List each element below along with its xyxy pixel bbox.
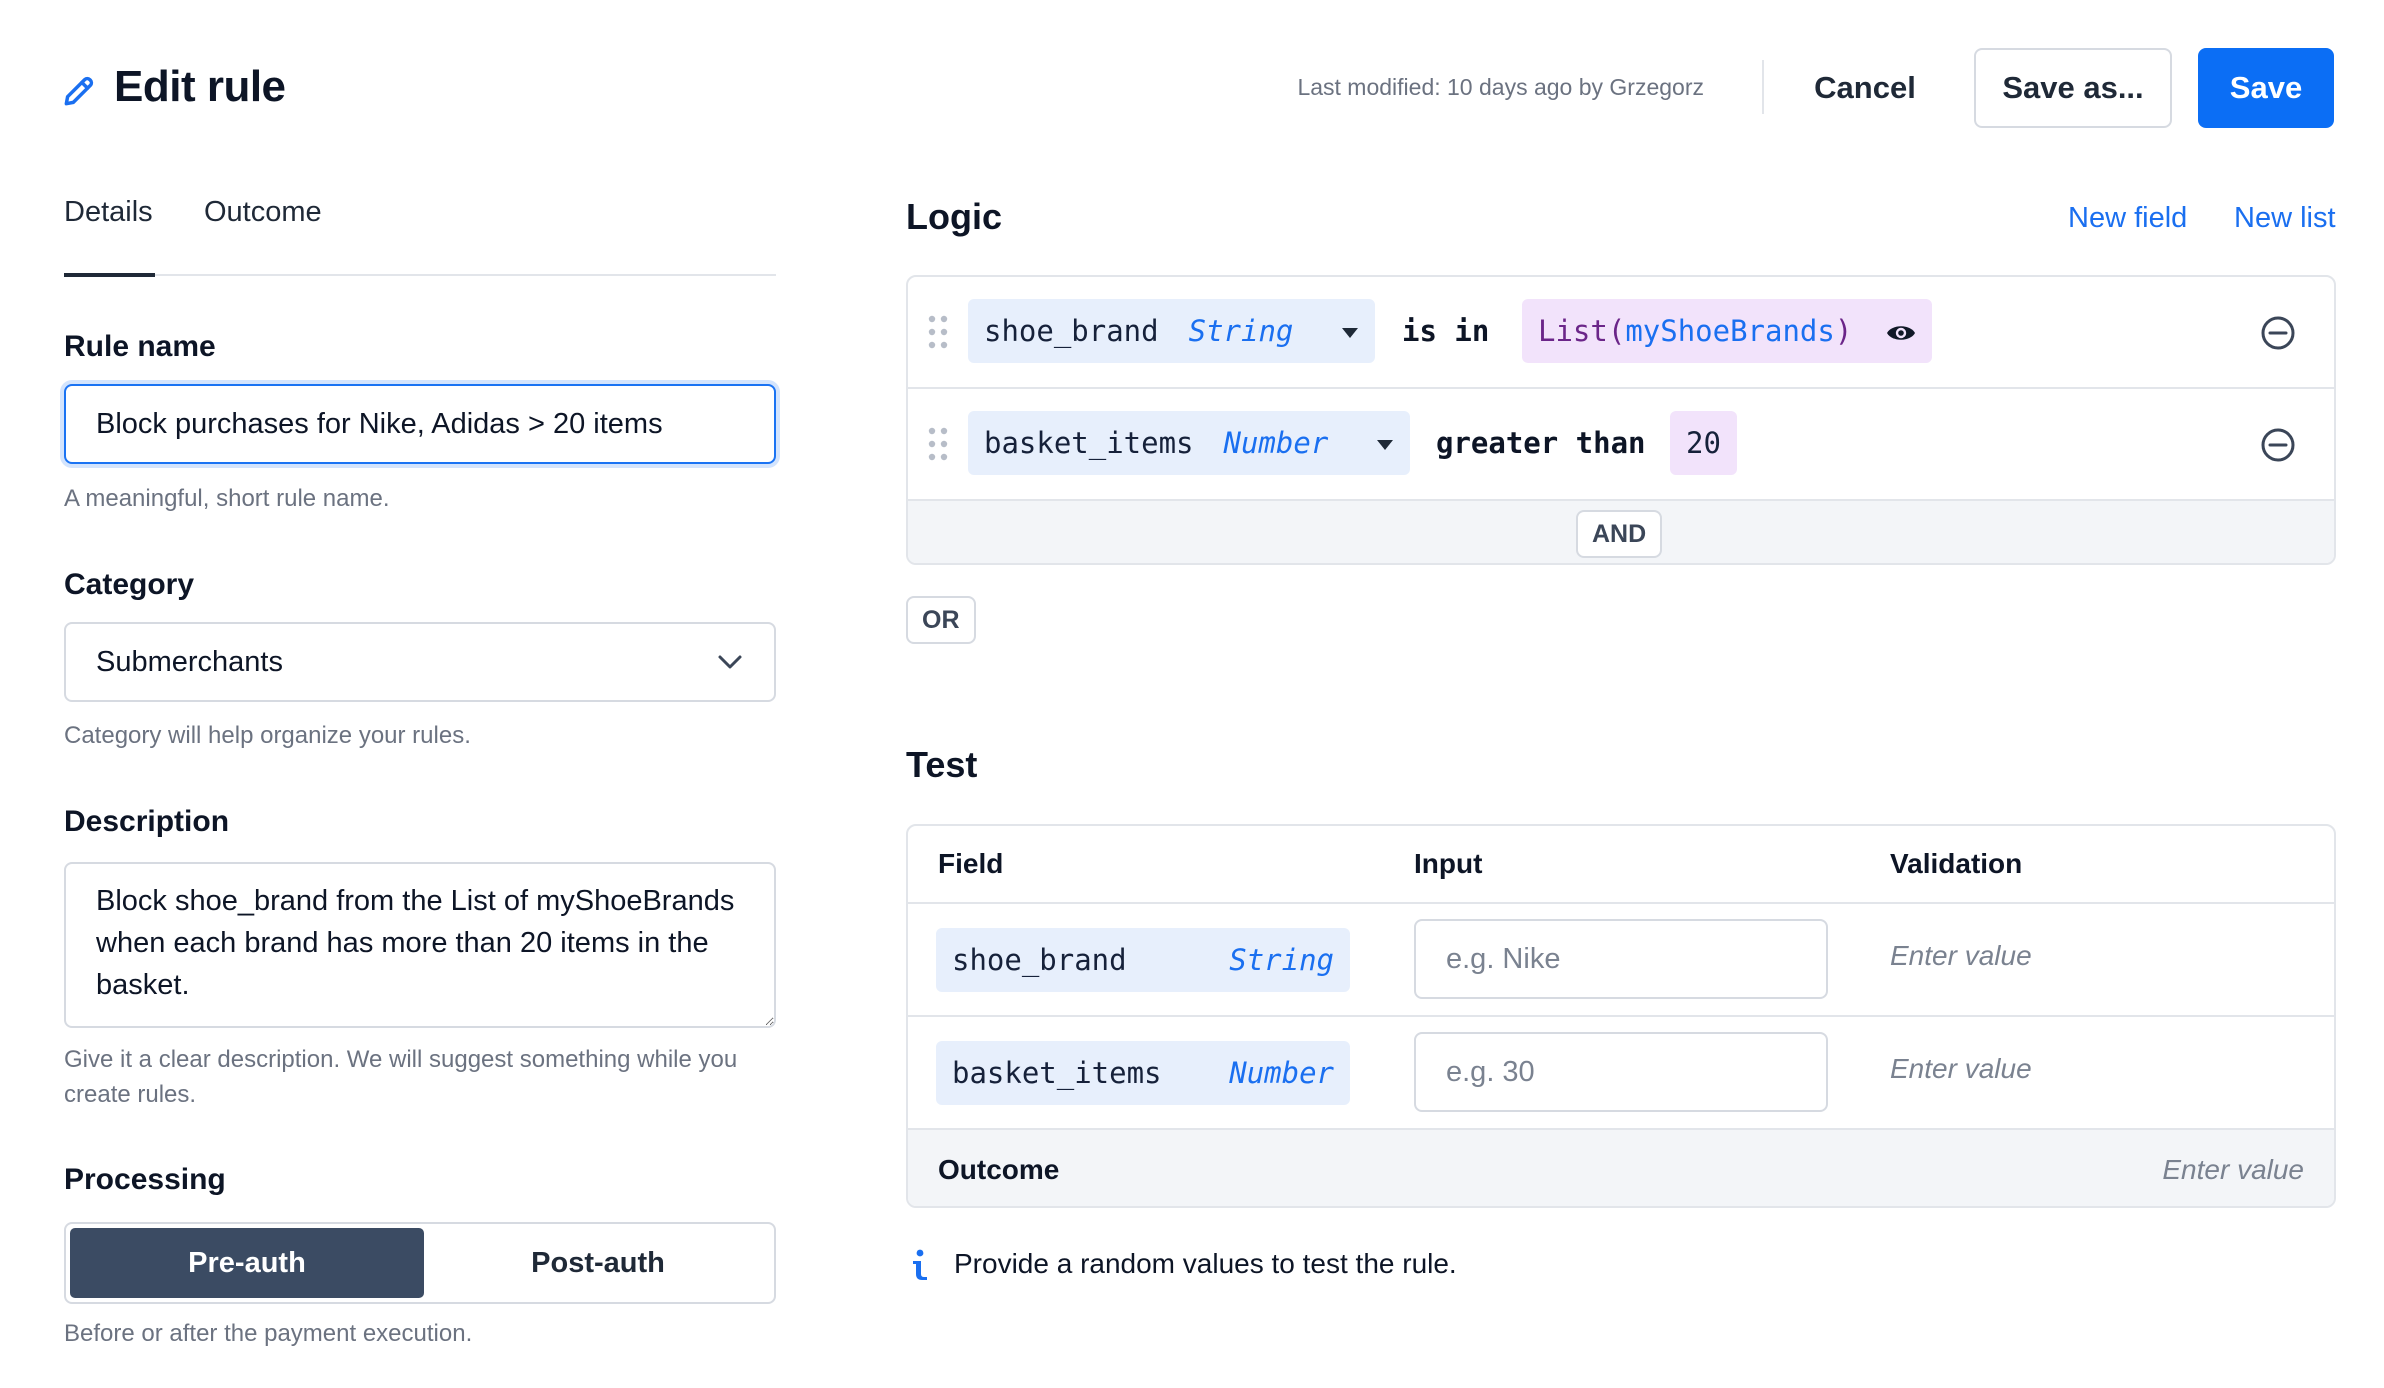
field-type: String bbox=[1188, 314, 1294, 348]
condition-operator[interactable]: is in bbox=[1402, 299, 1489, 363]
pencil-icon bbox=[64, 76, 94, 106]
rule-name-help: A meaningful, short rule name. bbox=[64, 485, 390, 512]
test-field-pill: basket_items Number bbox=[936, 1041, 1350, 1105]
save-button[interactable]: Save bbox=[2198, 48, 2334, 128]
field-name: basket_items bbox=[984, 426, 1194, 460]
condition-operator[interactable]: greater than bbox=[1436, 411, 1646, 475]
post-auth-option[interactable]: Post-auth bbox=[424, 1228, 772, 1298]
remove-circle-icon[interactable] bbox=[2260, 427, 2296, 463]
processing-toggle: Pre-auth Post-auth bbox=[64, 1222, 776, 1304]
test-title: Test bbox=[906, 744, 978, 785]
caret-down-icon bbox=[1341, 328, 1358, 338]
save-as-button[interactable]: Save as... bbox=[1974, 48, 2172, 128]
processing-label: Processing bbox=[64, 1163, 226, 1196]
category-label: Category bbox=[64, 568, 195, 601]
field-type: Number bbox=[1229, 1056, 1334, 1090]
outcome-label: Outcome bbox=[938, 1154, 1060, 1185]
test-table-header: Field Input Validation bbox=[908, 826, 2334, 904]
description-help: Give it a clear description. We will sug… bbox=[64, 1046, 738, 1108]
list-prefix: List( bbox=[1538, 314, 1626, 348]
condition-row: shoe_brand String is in List(myShoeBrands… bbox=[908, 277, 2334, 389]
condition-row: basket_items Number greater than 20 bbox=[908, 389, 2334, 501]
list-name: myShoeBrands bbox=[1625, 314, 1835, 348]
field-name: shoe_brand bbox=[984, 314, 1159, 348]
logic-title: Logic bbox=[906, 196, 1002, 237]
caret-down-icon bbox=[1376, 440, 1393, 450]
logic-group-footer: AND bbox=[908, 501, 2334, 563]
or-button[interactable]: OR bbox=[906, 596, 976, 644]
rule-name-label: Rule name bbox=[64, 330, 216, 363]
category-selected-value: Submerchants bbox=[96, 646, 283, 678]
column-header-validation: Validation bbox=[1890, 848, 2023, 879]
remove-circle-icon[interactable] bbox=[2260, 315, 2296, 351]
condition-field-select[interactable]: shoe_brand String bbox=[968, 299, 1375, 363]
description-textarea[interactable]: Block shoe_brand from the List of myShoe… bbox=[64, 862, 776, 1028]
new-list-link[interactable]: New list bbox=[2234, 202, 2336, 235]
header: Edit rule Last modified: 10 days ago by … bbox=[0, 0, 2384, 180]
category-select[interactable]: Submerchants bbox=[64, 622, 776, 702]
table-row: basket_items Number Enter value bbox=[908, 1017, 2334, 1130]
header-divider bbox=[1762, 60, 1764, 114]
validation-text: Enter value bbox=[1890, 1053, 2032, 1084]
active-tab-indicator bbox=[64, 273, 155, 277]
field-name: shoe_brand bbox=[952, 943, 1127, 977]
tab-outcome[interactable]: Outcome bbox=[204, 196, 322, 229]
page-title: Edit rule bbox=[114, 62, 286, 111]
description-label: Description bbox=[64, 805, 230, 838]
column-header-input: Input bbox=[1414, 848, 1483, 879]
drag-handle-icon[interactable] bbox=[928, 427, 948, 461]
condition-field-select[interactable]: basket_items Number bbox=[968, 411, 1410, 475]
and-button[interactable]: AND bbox=[1576, 510, 1663, 558]
test-input-basket-items[interactable] bbox=[1414, 1032, 1828, 1112]
table-row: shoe_brand String Enter value bbox=[908, 904, 2334, 1017]
eye-icon[interactable] bbox=[1886, 322, 1916, 344]
category-help: Category will help organize your rules. bbox=[64, 722, 471, 749]
field-type: String bbox=[1229, 943, 1334, 977]
outcome-value: Enter value bbox=[2162, 1154, 2304, 1185]
tab-bar: Details Outcome bbox=[64, 190, 776, 277]
field-name: basket_items bbox=[952, 1056, 1162, 1090]
condition-value-list[interactable]: List(myShoeBrands) bbox=[1522, 299, 1932, 363]
chevron-down-icon bbox=[718, 655, 742, 669]
drag-handle-icon[interactable] bbox=[928, 315, 948, 349]
new-field-link[interactable]: New field bbox=[2068, 202, 2187, 235]
condition-value[interactable]: 20 bbox=[1670, 411, 1737, 475]
list-suffix: ) bbox=[1834, 314, 1853, 348]
test-input-shoe-brand[interactable] bbox=[1414, 919, 1828, 999]
test-outcome-row: Outcome Enter value bbox=[908, 1130, 2334, 1206]
pre-auth-option[interactable]: Pre-auth bbox=[70, 1228, 424, 1298]
validation-text: Enter value bbox=[1890, 940, 2032, 971]
processing-help: Before or after the payment execution. bbox=[64, 1320, 473, 1347]
cancel-button[interactable]: Cancel bbox=[1790, 48, 1940, 128]
rule-name-input[interactable] bbox=[64, 384, 776, 464]
column-header-field: Field bbox=[938, 848, 1004, 879]
field-type: Number bbox=[1223, 426, 1329, 460]
logic-condition-group: shoe_brand String is in List(myShoeBrands… bbox=[906, 275, 2336, 565]
tab-details[interactable]: Details bbox=[64, 196, 153, 229]
last-modified-text: Last modified: 10 days ago by Grzegorz bbox=[1297, 74, 1704, 100]
test-table: Field Input Validation shoe_brand String… bbox=[906, 824, 2336, 1208]
test-field-pill: shoe_brand String bbox=[936, 928, 1350, 992]
info-icon bbox=[913, 1249, 927, 1280]
info-message: Provide a random values to test the rule… bbox=[954, 1248, 1457, 1279]
